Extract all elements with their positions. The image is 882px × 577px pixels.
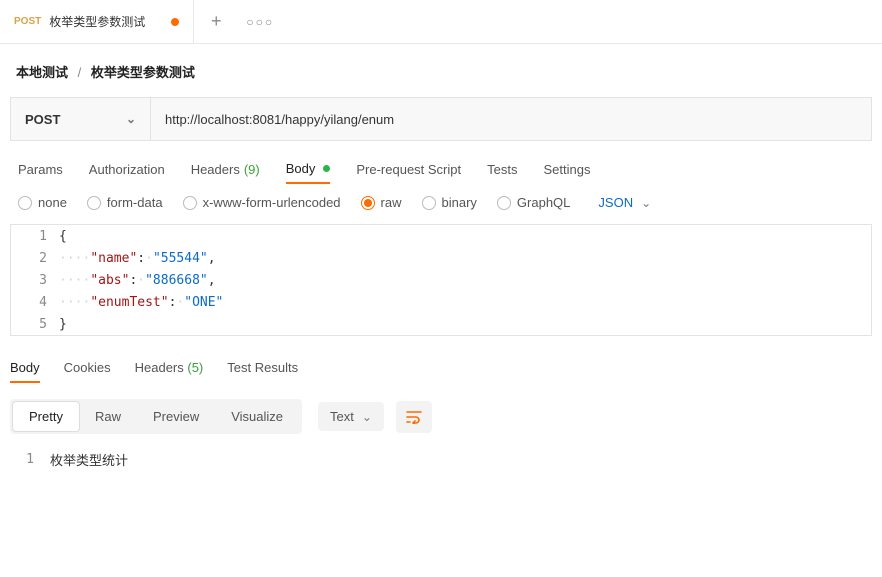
new-tab-button[interactable]: + xyxy=(194,11,238,32)
radio-graphql[interactable]: GraphQL xyxy=(497,195,570,210)
line-number: 3 xyxy=(11,273,59,288)
breadcrumb-root[interactable]: 本地测试 xyxy=(16,65,68,80)
request-subtabs: Params Authorization Headers (9) Body Pr… xyxy=(0,141,882,189)
line-number: 5 xyxy=(11,317,59,332)
line-number: 1 xyxy=(11,229,59,244)
response-text: 枚举类型统计 xyxy=(50,450,128,469)
resp-tab-headers[interactable]: Headers (5) xyxy=(135,360,204,383)
tab-params[interactable]: Params xyxy=(18,161,63,177)
view-visualize[interactable]: Visualize xyxy=(215,402,299,431)
line-number: 4 xyxy=(11,295,59,310)
body-editor[interactable]: 1{ 2····"name":·"55544", 3····"abs":·"88… xyxy=(10,224,872,336)
method-select[interactable]: POST ⌄ xyxy=(11,98,151,140)
view-mode-group: Pretty Raw Preview Visualize xyxy=(10,399,302,434)
tab-title: 枚举类型参数测试 xyxy=(49,13,145,30)
chevron-down-icon: ⌄ xyxy=(362,410,372,424)
wrap-icon xyxy=(406,410,422,424)
tab-headers[interactable]: Headers (9) xyxy=(191,161,260,177)
chevron-down-icon: ⌄ xyxy=(641,196,651,210)
resp-tab-test-results[interactable]: Test Results xyxy=(227,360,298,383)
line-number: 2 xyxy=(11,251,59,266)
radio-raw[interactable]: raw xyxy=(361,195,402,210)
resp-tab-cookies[interactable]: Cookies xyxy=(64,360,111,383)
radio-x-www-form-urlencoded[interactable]: x-www-form-urlencoded xyxy=(183,195,341,210)
url-input[interactable]: http://localhost:8081/happy/yilang/enum xyxy=(151,98,871,140)
unsaved-dot-icon xyxy=(171,18,179,26)
request-bar: POST ⌄ http://localhost:8081/happy/yilan… xyxy=(10,97,872,141)
tab-active[interactable]: POST 枚举类型参数测试 xyxy=(0,0,194,43)
breadcrumb-sep: / xyxy=(78,65,82,80)
response-tabs: Body Cookies Headers (5) Test Results xyxy=(0,336,882,393)
view-raw[interactable]: Raw xyxy=(79,402,137,431)
radio-form-data[interactable]: form-data xyxy=(87,195,163,210)
body-language-select[interactable]: JSON ⌄ xyxy=(598,195,651,210)
chevron-down-icon: ⌄ xyxy=(126,112,136,126)
tab-tests[interactable]: Tests xyxy=(487,161,517,177)
method-value: POST xyxy=(25,112,60,127)
response-body[interactable]: 1 枚举类型统计 xyxy=(10,448,872,470)
resp-tab-body[interactable]: Body xyxy=(10,360,40,383)
response-format-select[interactable]: Text ⌄ xyxy=(318,402,384,431)
tab-options-button[interactable]: ○○○ xyxy=(238,15,282,29)
tab-settings[interactable]: Settings xyxy=(543,161,590,177)
view-pretty[interactable]: Pretty xyxy=(13,402,79,431)
tab-prerequest[interactable]: Pre-request Script xyxy=(356,161,461,177)
resp-headers-count: (5) xyxy=(187,360,203,375)
response-view-bar: Pretty Raw Preview Visualize Text ⌄ xyxy=(0,393,882,440)
line-number: 1 xyxy=(10,452,50,467)
headers-count: (9) xyxy=(244,162,260,177)
breadcrumb: 本地测试 / 枚举类型参数测试 xyxy=(0,44,882,97)
tab-method: POST xyxy=(14,16,41,27)
breadcrumb-current: 枚举类型参数测试 xyxy=(91,65,195,80)
body-type-row: none form-data x-www-form-urlencoded raw… xyxy=(0,189,882,224)
tab-bar: POST 枚举类型参数测试 + ○○○ xyxy=(0,0,882,44)
wrap-lines-button[interactable] xyxy=(396,401,432,433)
radio-binary[interactable]: binary xyxy=(422,195,477,210)
tab-authorization[interactable]: Authorization xyxy=(89,161,165,177)
body-indicator-icon xyxy=(323,165,330,172)
tab-body[interactable]: Body xyxy=(286,161,331,184)
radio-none[interactable]: none xyxy=(18,195,67,210)
view-preview[interactable]: Preview xyxy=(137,402,215,431)
